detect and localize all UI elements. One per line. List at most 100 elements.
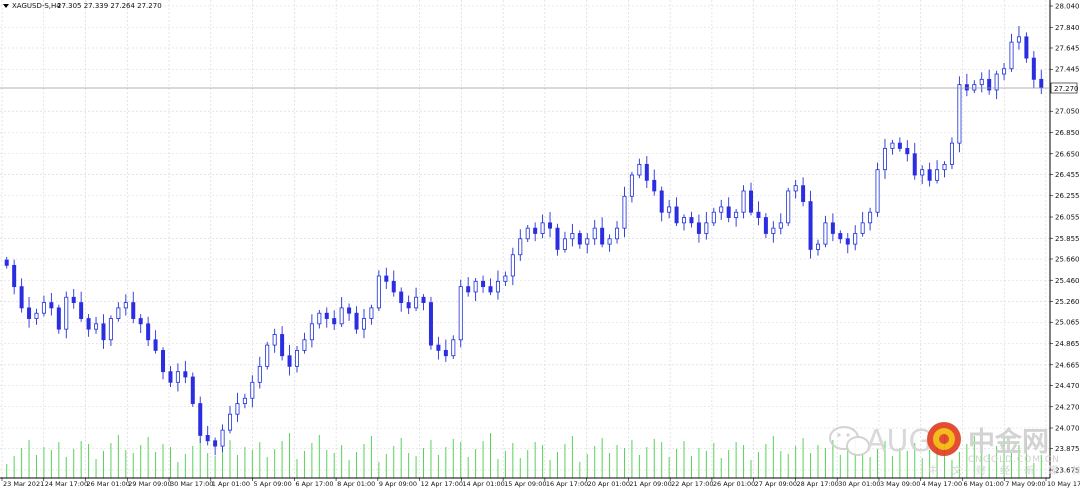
bull-candle — [935, 169, 940, 181]
bear-candle — [652, 179, 657, 192]
price-tick-label: 26.255 — [1055, 192, 1080, 200]
bear-candle — [101, 323, 106, 341]
bear-candle — [808, 201, 813, 250]
bull-candle — [615, 227, 620, 240]
time-tick-label: 20 Apr 01:00 — [588, 480, 630, 488]
bear-candle — [12, 264, 17, 288]
bear-candle — [659, 190, 664, 213]
bear-candle — [399, 291, 404, 303]
bear-candle — [726, 206, 731, 218]
price-tick-label: 27.445 — [1055, 66, 1080, 74]
bull-candle — [868, 211, 873, 224]
bull-candle — [123, 302, 128, 309]
bear-candle — [153, 339, 158, 351]
bear-candle — [205, 435, 210, 442]
time-tick-label: 21 Apr 09:00 — [629, 480, 671, 488]
time-tick-label: 30 Apr 01:00 — [838, 480, 880, 488]
bear-candle — [27, 307, 32, 319]
time-tick-label: 16 Apr 17:00 — [546, 480, 588, 488]
bull-candle — [41, 302, 46, 314]
price-tick-label: 26.055 — [1055, 214, 1080, 222]
time-tick-label: 6 May 01:00 — [963, 480, 1003, 488]
bull-candle — [860, 222, 865, 234]
bear-candle — [19, 286, 24, 309]
watermark-slogan: 中文财经新媒体 — [928, 464, 1080, 477]
bear-candle — [644, 163, 649, 181]
bull-candle — [361, 318, 366, 330]
bull-candle — [979, 78, 984, 86]
price-tick-label: 26.455 — [1055, 171, 1080, 179]
bull-candle — [771, 227, 776, 234]
bear-candle — [198, 403, 203, 436]
price-tick-label: 23.875 — [1055, 445, 1080, 453]
price-tick-label: 24.865 — [1055, 340, 1080, 348]
bull-candle — [667, 206, 672, 213]
bull-candle — [957, 84, 962, 144]
time-tick-label: 12 Apr 17:00 — [421, 480, 463, 488]
bull-candle — [741, 190, 746, 213]
bull-candle — [682, 217, 687, 224]
bull-candle — [853, 233, 858, 245]
bear-candle — [1039, 78, 1044, 89]
bear-candle — [56, 307, 61, 330]
bear-candle — [391, 280, 396, 293]
bear-candle — [138, 318, 143, 325]
bear-candle — [488, 286, 493, 293]
bear-candle — [1024, 36, 1029, 59]
time-axis[interactable]: 23 Mar 2021 24 Mar 17:0026 Mar 01:0029 Ma… — [1, 478, 1080, 488]
bull-candle — [942, 163, 947, 171]
bear-candle — [481, 280, 486, 288]
bear-candle — [428, 302, 433, 346]
bull-candle — [108, 318, 113, 341]
time-tick-label: 29 Mar 09:00 — [128, 480, 171, 488]
bull-candle — [1002, 68, 1007, 75]
time-tick-label: 26 Mar 01:00 — [87, 480, 130, 488]
bull-candle — [949, 142, 954, 165]
bear-candle — [838, 233, 843, 240]
bear-candle — [280, 334, 285, 357]
time-tick-label: 15 Apr 09:00 — [504, 480, 546, 488]
candlestick-chart[interactable]: 28.040 27.840 27.645 27.445 27.050 26.850 26.6… — [0, 0, 1080, 489]
price-tick-label: 25.855 — [1055, 235, 1080, 243]
bear-candle — [964, 84, 969, 91]
bull-candle — [585, 238, 590, 245]
time-tick-label: 3 May 09:00 — [880, 480, 920, 488]
bear-candle — [845, 238, 850, 245]
bear-candle — [830, 222, 835, 234]
watermark-domain: CNGOLD.COM.CN — [968, 455, 1060, 465]
bull-candle — [272, 334, 277, 346]
bear-candle — [213, 440, 218, 447]
bull-candle — [592, 227, 597, 240]
bear-candle — [79, 302, 84, 319]
bull-candle — [711, 211, 716, 224]
bull-candle — [250, 381, 255, 399]
time-tick-label: 30 Mar 17:00 — [170, 480, 213, 488]
bull-candle — [719, 206, 724, 213]
price-tick-label: 24.665 — [1055, 361, 1080, 369]
bear-candle — [406, 302, 411, 309]
bear-candle — [183, 371, 188, 378]
bull-candle — [294, 350, 299, 367]
time-tick-label: 26 Apr 01:00 — [713, 480, 755, 488]
bear-candle — [287, 355, 292, 367]
price-tick-label: 24.470 — [1055, 382, 1080, 390]
time-tick-label: 27 Apr 09:00 — [755, 480, 797, 488]
bull-candle — [64, 296, 69, 330]
watermark-brand: 中金网 — [968, 426, 1049, 458]
bull-candle — [972, 84, 977, 91]
bear-candle — [577, 233, 582, 245]
bull-candle — [309, 323, 314, 341]
bull-candle — [376, 275, 381, 309]
bull-candle — [473, 280, 478, 293]
bear-candle — [49, 302, 54, 309]
bear-candle — [436, 344, 441, 351]
price-axis[interactable]: 28.040 27.840 27.645 27.445 27.050 26.850 26.6… — [1050, 3, 1080, 475]
time-tick-label: 14 Apr 01:00 — [462, 480, 504, 488]
bear-candle — [71, 296, 76, 303]
chart-window[interactable]: 28.040 27.840 27.645 27.445 27.050 26.850 26.6… — [0, 0, 1080, 489]
bear-candle — [905, 148, 910, 155]
bear-candle — [763, 217, 768, 234]
bear-candle — [749, 190, 754, 213]
bear-candle — [756, 211, 761, 218]
time-tick-label: 24 Mar 17:00 — [45, 480, 88, 488]
